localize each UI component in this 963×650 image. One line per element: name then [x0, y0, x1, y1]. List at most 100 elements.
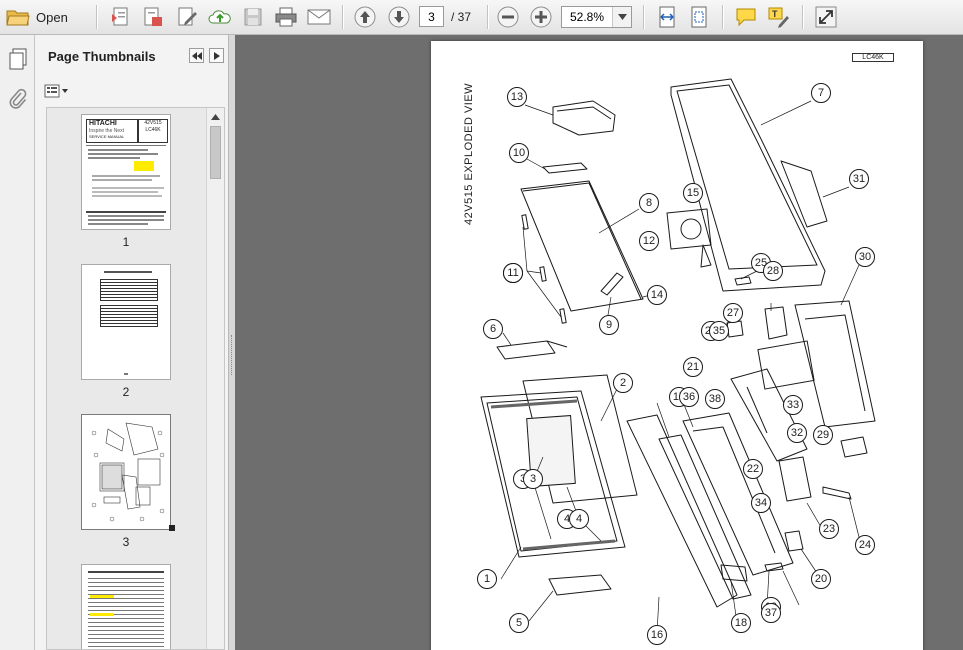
zoom-value-input[interactable] [562, 7, 612, 27]
callout-number: 3 [529, 473, 537, 485]
callout-11: 11 [503, 263, 523, 283]
callout-number: 11 [507, 267, 519, 279]
open-folder-icon [6, 10, 30, 26]
prev-page-icon [354, 6, 376, 28]
page-thumbnails-panel: Page Thumbnails HITACHI Inspire the Next… [35, 35, 229, 650]
callout-5: 5 [509, 613, 529, 633]
prev-page-button[interactable] [353, 5, 377, 29]
callout-16: 16 [647, 625, 667, 645]
callout-number: 8 [645, 197, 653, 209]
callout-37: 37 [761, 603, 781, 623]
callout-number: 20 [814, 573, 828, 585]
callout-number: 35 [712, 325, 726, 337]
thumbnail-page-3[interactable] [81, 414, 171, 530]
document-view[interactable]: LC46K 42V515 EXPLODED VIEW 1 2 3 4 4 5 6… [235, 35, 963, 650]
callout-9: 9 [599, 315, 619, 335]
thumb-chassis: LC46K [145, 127, 161, 133]
print-button[interactable] [273, 5, 299, 29]
create-pdf-button[interactable] [108, 5, 134, 29]
upload-cloud-icon [208, 10, 231, 24]
thumb-model: 42V515 [144, 120, 162, 126]
zoom-in-button[interactable] [529, 5, 553, 29]
callout-number: 10 [512, 147, 526, 159]
callout-number: 29 [816, 429, 830, 441]
edit-pdf-icon [178, 7, 197, 26]
options-menu-icon [44, 84, 68, 98]
expand-panel-button[interactable] [209, 48, 224, 63]
callout-33: 33 [783, 395, 803, 415]
thumbnail-page-4[interactable] [81, 564, 171, 649]
collapse-panel-button[interactable] [189, 48, 204, 63]
panel-title: Page Thumbnails [48, 49, 156, 64]
email-button[interactable] [306, 5, 332, 29]
thumb-exploded-diagram [91, 422, 165, 522]
svg-text:T: T [772, 9, 778, 19]
upload-cloud-button[interactable] [207, 5, 233, 29]
callout-layer: 1233445678910111111121314151617181920212… [431, 41, 923, 650]
thumbnail-page-2[interactable] [81, 264, 171, 380]
callout-number: 6 [489, 323, 497, 335]
thumbnail-label-3: 3 [122, 535, 130, 549]
next-page-icon [388, 6, 410, 28]
zoom-select[interactable] [561, 6, 632, 28]
thumbnail-page-1[interactable]: HITACHI Inspire the Next SERVICE MANUAL … [81, 114, 171, 230]
callout-35: 35 [709, 321, 729, 341]
callout-number: 22 [746, 463, 760, 475]
callout-12: 12 [639, 231, 659, 251]
chevron-right-icon [213, 51, 220, 60]
zoom-dropdown-button[interactable] [612, 7, 631, 27]
callout-number: 36 [682, 391, 696, 403]
export-pdf-button[interactable] [140, 5, 166, 29]
callout-number: 31 [852, 173, 866, 185]
page-thumbnails-icon [9, 48, 27, 70]
thumbnail-options-button[interactable] [44, 82, 72, 100]
callout-20: 20 [811, 569, 831, 589]
fullscreen-icon [815, 6, 837, 28]
callout-36: 36 [679, 387, 699, 407]
main-toolbar: Open 3 / 37 52.8% T [0, 0, 963, 35]
callout-number: 27 [726, 307, 740, 319]
fit-page-button[interactable] [686, 5, 712, 29]
next-page-button[interactable] [387, 5, 411, 29]
callout-number: 37 [764, 607, 778, 619]
callout-18: 18 [731, 613, 751, 633]
callout-number: 15 [686, 187, 700, 199]
callout-4: 4 [569, 509, 589, 529]
callout-3: 3 [523, 469, 543, 489]
scrollbar-thumb[interactable] [210, 126, 221, 179]
page-thumbnails-toggle[interactable] [7, 47, 29, 71]
callout-30: 30 [855, 247, 875, 267]
callout-number: 4 [575, 513, 583, 525]
edit-pdf-button[interactable] [174, 5, 200, 29]
callout-10: 10 [509, 143, 529, 163]
callout-15: 15 [683, 183, 703, 203]
save-icon [244, 8, 262, 26]
open-label: Open [36, 9, 68, 25]
callout-number: 9 [605, 319, 613, 331]
fit-width-button[interactable] [654, 5, 680, 29]
page-number-input[interactable] [419, 6, 444, 27]
callout-number: 23 [822, 523, 836, 535]
thumbnail-label-1: 1 [122, 235, 130, 249]
highlight-text-icon: T [768, 7, 789, 28]
thumbnails-scrollbar[interactable] [206, 108, 224, 649]
save-button[interactable] [241, 5, 265, 29]
current-page-marker [169, 525, 175, 531]
chevron-up-icon [210, 114, 220, 120]
zoom-out-button[interactable] [496, 5, 520, 29]
page-total: / 37 [451, 10, 472, 24]
highlight-text-button[interactable]: T [766, 5, 792, 29]
fullscreen-button[interactable] [813, 5, 839, 29]
callout-32: 32 [787, 423, 807, 443]
callout-number: 16 [650, 629, 664, 641]
attachments-toggle[interactable] [7, 87, 29, 111]
open-button[interactable]: Open [6, 5, 78, 29]
callout-number: 5 [515, 617, 523, 629]
fit-page-icon [691, 6, 707, 28]
callout-number: 12 [642, 235, 656, 247]
comment-button[interactable] [733, 5, 759, 29]
callout-number: 13 [510, 91, 524, 103]
callout-28: 28 [763, 261, 783, 281]
scroll-up-button[interactable] [207, 109, 223, 125]
callout-number: 28 [766, 265, 780, 277]
